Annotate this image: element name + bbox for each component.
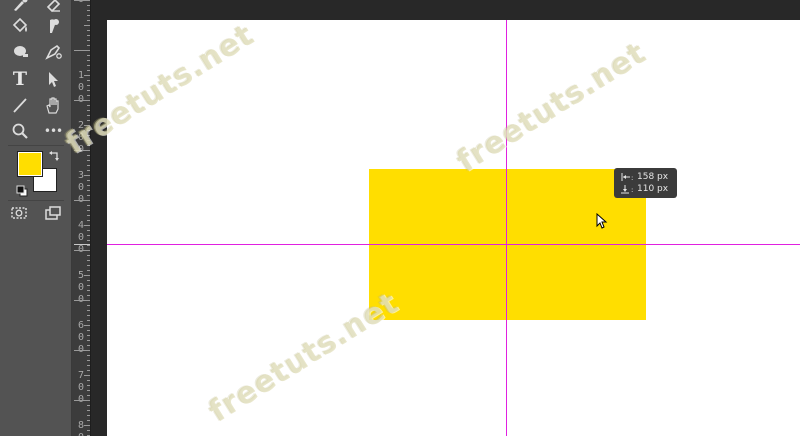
zoom-icon[interactable] xyxy=(7,119,33,143)
ruler-tick xyxy=(74,350,90,351)
mouse-cursor-icon xyxy=(596,213,608,229)
ruler-tick xyxy=(84,325,90,326)
width-readout: : 158 px xyxy=(620,171,671,183)
ruler-tick xyxy=(84,125,90,126)
more-icon[interactable]: ••• xyxy=(40,119,66,143)
height-value: 110 px xyxy=(637,184,669,194)
foreground-color-swatch[interactable] xyxy=(17,151,43,177)
ruler-tick xyxy=(84,275,90,276)
horizontal-guide[interactable] xyxy=(107,244,800,245)
path-selection-icon[interactable] xyxy=(40,67,66,91)
ruler-tick xyxy=(84,375,90,376)
ruler-tick xyxy=(74,300,90,301)
height-readout: : 110 px xyxy=(620,183,671,195)
measurement-tooltip: : 158 px : 110 px xyxy=(614,168,677,198)
ruler-tick xyxy=(74,250,90,251)
ruler-tick xyxy=(84,75,90,76)
dodge-icon[interactable] xyxy=(7,40,33,64)
swap-colors-icon[interactable] xyxy=(48,148,62,162)
default-colors-icon[interactable] xyxy=(16,182,28,197)
type-icon[interactable]: T xyxy=(7,67,33,91)
quick-mask-icon[interactable] xyxy=(6,201,32,225)
vertical-guide[interactable] xyxy=(506,20,507,436)
ruler-tick xyxy=(74,400,90,401)
ruler-tick xyxy=(84,175,90,176)
ruler-tick xyxy=(74,50,90,51)
svg-text::: : xyxy=(631,174,633,182)
line-icon[interactable] xyxy=(7,93,33,117)
smudge-icon[interactable] xyxy=(40,14,66,38)
pen-icon[interactable] xyxy=(40,40,66,64)
ruler-tick xyxy=(74,150,90,151)
tools-panel: T ••• xyxy=(0,0,72,436)
ruler-guide-marker xyxy=(74,244,90,245)
document-canvas[interactable] xyxy=(107,20,800,436)
ruler-tick xyxy=(74,0,90,1)
width-arrow-icon: : xyxy=(621,173,633,182)
svg-text::: : xyxy=(631,186,633,194)
vertical-ruler: 0 1 0 0 2 0 0 3 0 0 4 0 0 5 0 0 6 0 0 7 … xyxy=(72,0,91,436)
ruler-label: 8 0 xyxy=(77,420,85,436)
ruler-tick xyxy=(74,100,90,101)
width-value: 158 px xyxy=(637,172,669,182)
ruler-tick xyxy=(84,425,90,426)
separator xyxy=(8,145,64,146)
height-arrow-icon: : xyxy=(621,185,633,194)
ruler-tick xyxy=(84,225,90,226)
ruler-tick xyxy=(74,200,90,201)
hand-icon[interactable] xyxy=(40,93,66,117)
screen-mode-icon[interactable] xyxy=(40,201,66,225)
ruler-tick xyxy=(84,25,90,26)
paint-bucket-icon[interactable] xyxy=(7,14,33,38)
